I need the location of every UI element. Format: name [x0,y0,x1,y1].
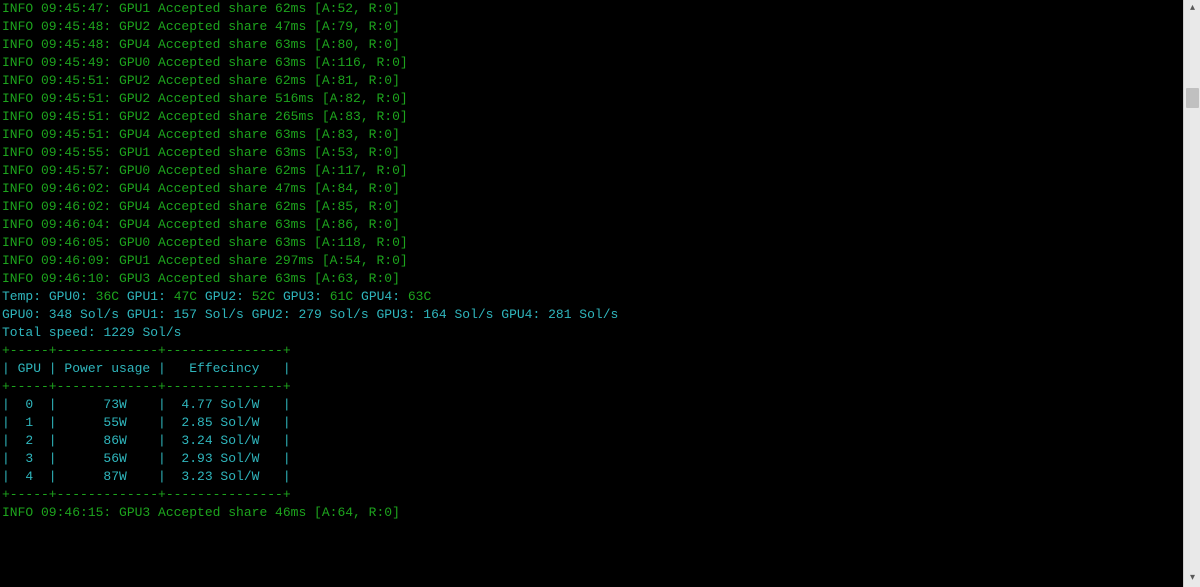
share-log-line: INFO 09:45:48: GPU4 Accepted share 63ms … [2,36,1177,54]
scroll-down-icon[interactable]: ▾ [1184,570,1200,587]
share-log-line: INFO 09:46:02: GPU4 Accepted share 62ms … [2,198,1177,216]
share-log-line: INFO 09:46:10: GPU3 Accepted share 63ms … [2,270,1177,288]
total-speed-label: Total speed: [2,325,96,340]
scroll-thumb[interactable] [1186,88,1199,108]
temp-gpu-value: 63C [408,289,431,304]
table-row: | 3 | 56W | 2.93 Sol/W | [2,450,1177,468]
efficiency-table-body: | 0 | 73W | 4.77 Sol/W || 1 | 55W | 2.85… [2,396,1177,486]
table-rule-mid: +-----+-------------+---------------+ [2,378,1177,396]
temp-gpu-value: 52C [252,289,275,304]
share-log-line: INFO 09:45:49: GPU0 Accepted share 63ms … [2,54,1177,72]
share-log-line: INFO 09:45:55: GPU1 Accepted share 63ms … [2,144,1177,162]
table-row: | 0 | 73W | 4.77 Sol/W | [2,396,1177,414]
share-log-line: INFO 09:45:47: GPU1 Accepted share 62ms … [2,0,1177,18]
temp-gpu-value: 47C [174,289,197,304]
temp-gpu-value: 36C [96,289,119,304]
table-row: | 2 | 86W | 3.24 Sol/W | [2,432,1177,450]
table-rule-top: +-----+-------------+---------------+ [2,342,1177,360]
total-speed-value: 1229 Sol/s [103,325,181,340]
terminal-output[interactable]: INFO 09:45:47: GPU1 Accepted share 62ms … [0,0,1179,587]
share-log-line: INFO 09:45:48: GPU2 Accepted share 47ms … [2,18,1177,36]
hashrate-line: GPU0: 348 Sol/s GPU1: 157 Sol/s GPU2: 27… [2,306,1177,324]
share-log-line: INFO 09:46:09: GPU1 Accepted share 297ms… [2,252,1177,270]
share-log-line: INFO 09:46:02: GPU4 Accepted share 47ms … [2,180,1177,198]
temp-line: Temp: GPU0: 36C GPU1: 47C GPU2: 52C GPU3… [2,288,1177,306]
share-log-line: INFO 09:45:51: GPU2 Accepted share 516ms… [2,90,1177,108]
temp-gpu-label: GPU4: [361,289,400,304]
temp-gpu-label: GPU2: [205,289,244,304]
share-log: INFO 09:45:47: GPU1 Accepted share 62ms … [2,0,1177,288]
share-log-line: INFO 09:45:51: GPU2 Accepted share 62ms … [2,72,1177,90]
temp-gpu-label: GPU1: [127,289,166,304]
terminal-window: INFO 09:45:47: GPU1 Accepted share 62ms … [0,0,1200,587]
share-log-line: INFO 09:45:51: GPU4 Accepted share 63ms … [2,126,1177,144]
temp-gpu-value: 61C [330,289,353,304]
share-log-line: INFO 09:46:04: GPU4 Accepted share 63ms … [2,216,1177,234]
table-header: | GPU | Power usage | Effecincy | [2,360,1177,378]
table-row: | 1 | 55W | 2.85 Sol/W | [2,414,1177,432]
share-log-line: INFO 09:45:51: GPU2 Accepted share 265ms… [2,108,1177,126]
temp-gpu-label: GPU3: [283,289,322,304]
scroll-up-icon[interactable]: ▴ [1184,0,1200,17]
share-log-line: INFO 09:46:05: GPU0 Accepted share 63ms … [2,234,1177,252]
share-log-line: INFO 09:45:57: GPU0 Accepted share 62ms … [2,162,1177,180]
temp-gpu-label: GPU0: [49,289,88,304]
vertical-scrollbar[interactable]: ▴ ▾ [1183,0,1200,587]
share-log-line: INFO 09:46:15: GPU3 Accepted share 46ms … [2,504,1177,522]
total-speed-line: Total speed: 1229 Sol/s [2,324,1177,342]
table-rule-bottom: +-----+-------------+---------------+ [2,486,1177,504]
table-row: | 4 | 87W | 3.23 Sol/W | [2,468,1177,486]
temp-label: Temp: [2,289,41,304]
